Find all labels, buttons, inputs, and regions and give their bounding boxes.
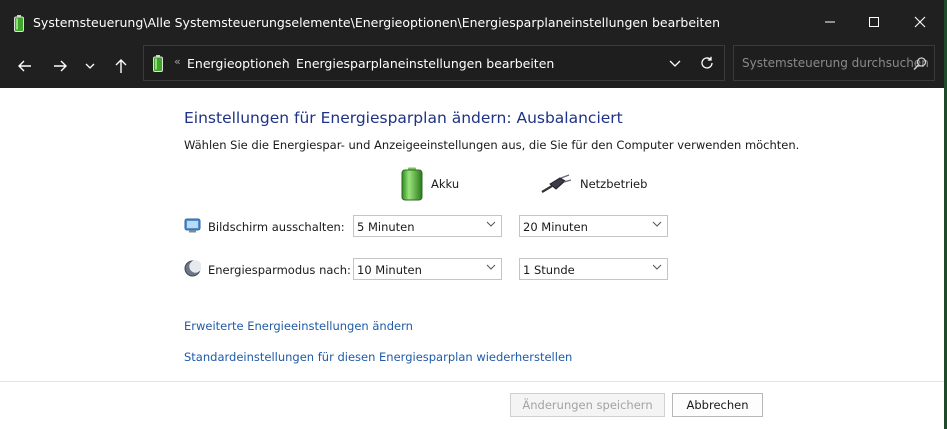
save-changes-button[interactable]: Änderungen speichern [510, 393, 665, 417]
title-bar: Systemsteuerung\Alle Systemsteuerungsele… [0, 0, 944, 44]
search-placeholder: Systemsteuerung durchsuchen [742, 56, 929, 70]
search-input[interactable]: Systemsteuerung durchsuchen [733, 45, 935, 81]
chevron-down-icon [652, 221, 662, 227]
maximize-button[interactable] [851, 0, 897, 44]
select-value: 5 Minuten [357, 220, 415, 234]
chevron-down-icon [486, 221, 496, 227]
control-panel-window: Systemsteuerung\Alle Systemsteuerungsele… [0, 0, 944, 429]
display-off-plugged-select[interactable]: 20 Minuten [519, 215, 668, 237]
breadcrumb-current[interactable]: Energiesparplaneinstellungen bearbeiten [296, 56, 554, 71]
address-dropdown-button[interactable] [662, 50, 688, 76]
close-icon [914, 16, 926, 28]
footer-divider [0, 381, 944, 382]
column-label-battery: Akku [431, 177, 460, 191]
column-header-battery: Akku [401, 166, 459, 202]
chevron-down-icon [85, 63, 95, 69]
chevron-down-icon [486, 264, 496, 270]
close-button[interactable] [897, 0, 943, 44]
minimize-icon [825, 21, 835, 23]
battery-icon [401, 167, 423, 201]
select-value: 10 Minuten [357, 263, 422, 277]
recent-locations-button[interactable] [77, 48, 103, 84]
advanced-settings-link[interactable]: Erweiterte Energieeinstellungen ändern [184, 319, 413, 333]
address-bar[interactable]: « Energieoptionen › Energiesparplaneinst… [143, 45, 725, 81]
chevron-right-icon[interactable]: › [282, 54, 287, 69]
page-title: Einstellungen für Energiesparplan ändern… [184, 109, 623, 127]
restore-defaults-link[interactable]: Standardeinstellungen für diesen Energie… [184, 350, 572, 364]
up-button[interactable] [106, 48, 136, 84]
select-value: 1 Stunde [523, 263, 575, 277]
arrow-right-icon [54, 60, 67, 72]
cancel-button[interactable]: Abbrechen [672, 393, 763, 417]
battery-icon [14, 15, 24, 32]
maximize-icon [869, 17, 879, 27]
refresh-icon [701, 56, 713, 69]
monitor-icon [184, 218, 201, 233]
search-icon[interactable] [912, 56, 928, 72]
row-label-display-off: Bildschirm ausschalten: [208, 220, 345, 234]
breadcrumb-energieoptionen[interactable]: Energieoptionen [187, 56, 290, 71]
minimize-button[interactable] [807, 0, 853, 44]
breadcrumb-overflow[interactable]: « [174, 55, 181, 68]
arrow-left-icon [18, 60, 31, 72]
chevron-down-icon [669, 60, 681, 67]
column-header-plugged-in: Netzbetrieb [540, 166, 647, 202]
refresh-button[interactable] [694, 50, 720, 76]
page-subtitle: Wählen Sie die Energiespar- und Anzeigee… [184, 138, 800, 152]
display-off-battery-select[interactable]: 5 Minuten [353, 215, 502, 237]
main-content: Einstellungen für Energiesparplan ändern… [0, 88, 944, 429]
chevron-down-icon [652, 264, 662, 270]
navigation-bar: « Energieoptionen › Energiesparplaneinst… [0, 44, 944, 88]
forward-button[interactable] [45, 48, 75, 84]
column-label-plugged-in: Netzbetrieb [580, 177, 648, 191]
sleep-battery-select[interactable]: 10 Minuten [353, 258, 502, 280]
window-title: Systemsteuerung\Alle Systemsteuerungsele… [33, 15, 721, 30]
sleep-plugged-select[interactable]: 1 Stunde [519, 258, 668, 280]
battery-icon [153, 55, 163, 72]
back-button[interactable] [10, 48, 40, 84]
arrow-up-icon [115, 59, 127, 73]
row-label-sleep: Energiesparmodus nach: [208, 263, 351, 277]
moon-icon [184, 260, 201, 277]
power-plug-icon [541, 174, 572, 193]
select-value: 20 Minuten [523, 220, 588, 234]
